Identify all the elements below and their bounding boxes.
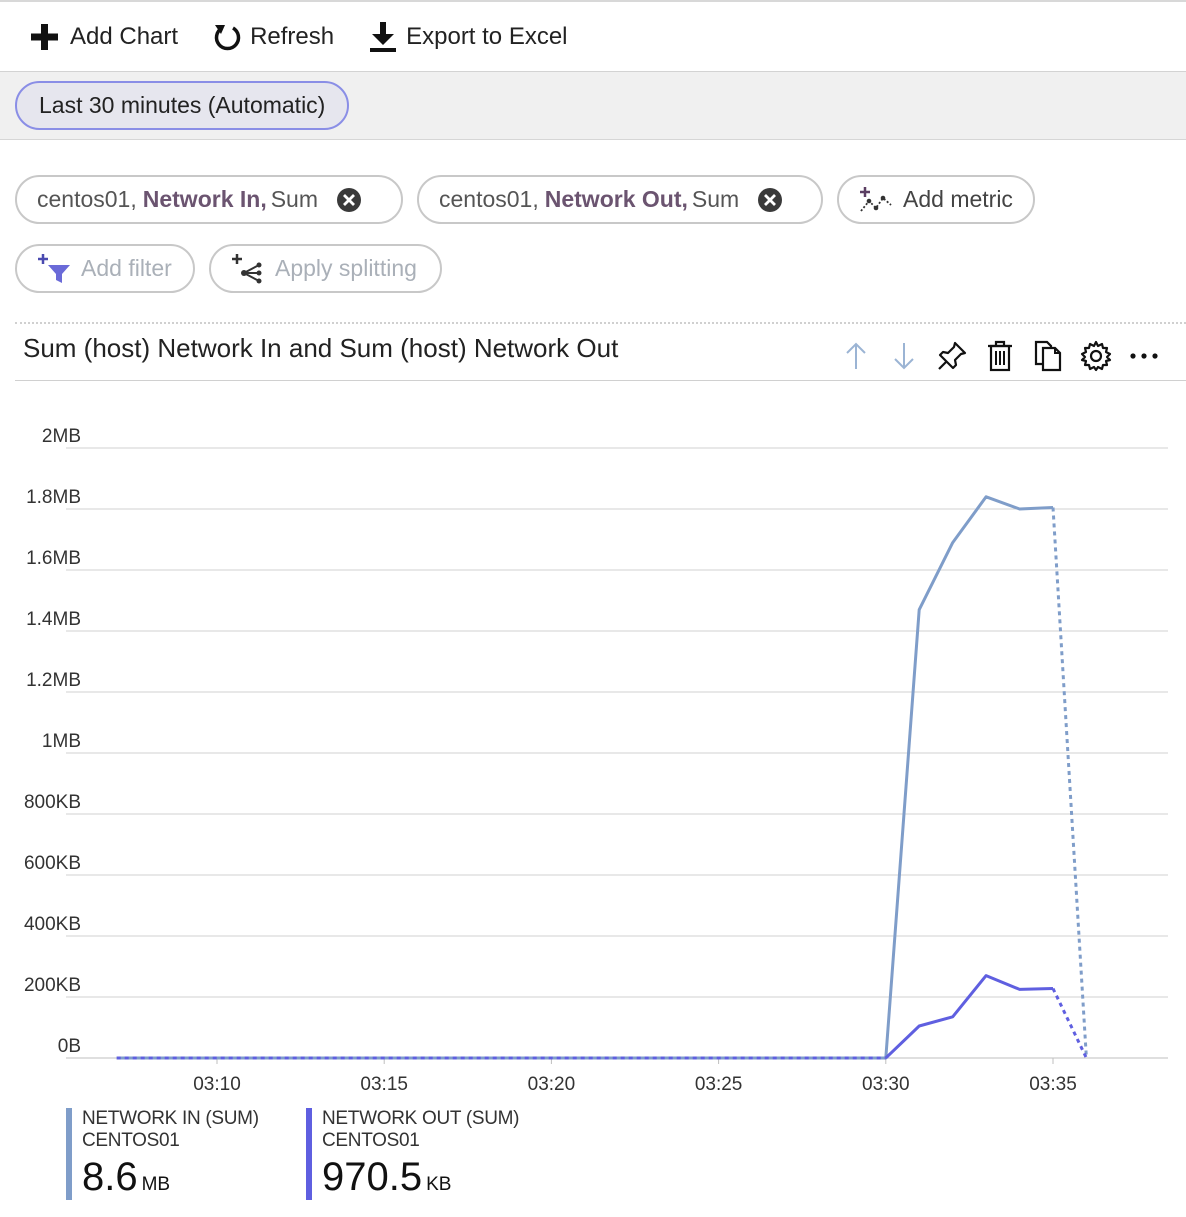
add-filter-label: Add filter <box>81 255 172 281</box>
add-chart-label: Add Chart <box>70 22 179 50</box>
legend-color-bar <box>306 1108 312 1200</box>
series-line-dashed <box>1051 987 1088 1059</box>
settings-button[interactable] <box>1072 338 1120 374</box>
y-axis: 0B 200KB 400KB 600KB 800KB 1MB 1.2MB 1.4MB 1.6MB… <box>24 426 81 1057</box>
x-tick-label: 03:25 <box>695 1074 743 1095</box>
add-chart-button[interactable]: Add Chart <box>28 22 178 52</box>
arrow-down-icon <box>894 343 914 370</box>
y-tick-label: 600KB <box>24 853 81 874</box>
move-down-button[interactable] <box>880 338 928 374</box>
metric-pill-network-in[interactable]: centos01, Network In, Sum <box>15 175 403 224</box>
metric-name: Network Out, <box>544 186 688 212</box>
pin-icon <box>938 341 967 370</box>
y-tick-label: 1.2MB <box>26 670 81 691</box>
add-metric-icon <box>860 186 892 212</box>
x-axis: 03:10 03:15 03:20 03:25 03:30 03:35 <box>193 1058 1077 1095</box>
y-tick-label: 400KB <box>24 914 81 935</box>
series-line <box>116 495 1054 1060</box>
x-tick-label: 03:15 <box>360 1074 408 1095</box>
y-tick-label: 200KB <box>24 975 81 996</box>
pin-button[interactable] <box>928 338 976 374</box>
move-up-button[interactable] <box>832 338 880 374</box>
gear-icon <box>1080 340 1112 372</box>
x-tick-label: 03:35 <box>1029 1074 1077 1095</box>
remove-metric-icon[interactable] <box>757 187 783 213</box>
refresh-button[interactable]: Refresh <box>212 22 334 52</box>
refresh-label: Refresh <box>250 22 335 50</box>
download-icon <box>370 21 397 52</box>
y-tick-label: 1.6MB <box>26 548 81 569</box>
legend-network-in[interactable]: NETWORK IN (SUM) CENTOS01 8.6 MB <box>66 1108 259 1200</box>
legend-resource: CENTOS01 <box>82 1130 180 1151</box>
legend-resource: CENTOS01 <box>322 1130 420 1151</box>
y-tick-label: 0B <box>58 1036 81 1057</box>
chart-title: Sum (host) Network In and Sum (host) Net… <box>23 333 619 363</box>
legend-series-name: NETWORK IN (SUM) <box>82 1108 259 1129</box>
clone-button[interactable] <box>1024 338 1072 374</box>
chart-header-divider <box>15 380 1186 381</box>
add-filter-button[interactable]: Add filter <box>15 244 195 293</box>
export-excel-button[interactable]: Export to Excel <box>368 21 568 53</box>
ellipsis-icon <box>1130 353 1158 359</box>
add-metric-button[interactable]: Add metric <box>837 175 1035 224</box>
legend-color-bar <box>66 1108 72 1200</box>
plus-icon <box>31 23 58 50</box>
series-line <box>884 974 1054 1060</box>
line-chart: 0B 200KB 400KB 600KB 800KB 1MB 1.2MB 1.4MB 1.6MB… <box>24 426 1168 1095</box>
y-tick-label: 1.4MB <box>26 609 81 630</box>
time-range-bar: Last 30 minutes (Automatic) <box>0 72 1186 140</box>
metric-pill-network-out[interactable]: centos01, Network Out, Sum <box>417 175 823 224</box>
refresh-icon <box>214 24 241 50</box>
copy-icon <box>1034 340 1062 372</box>
legend-series-name: NETWORK OUT (SUM) <box>322 1108 520 1129</box>
metric-resource: centos01, <box>37 186 137 212</box>
chart-toolbar <box>832 338 1168 374</box>
metric-agg: Sum <box>691 186 740 212</box>
metric-resource: centos01, <box>439 186 539 212</box>
legend-network-out[interactable]: NETWORK OUT (SUM) CENTOS01 970.5 KB <box>306 1108 520 1200</box>
more-options-button[interactable] <box>1120 338 1168 374</box>
x-tick-label: 03:10 <box>193 1074 241 1095</box>
apply-splitting-label: Apply splitting <box>275 255 417 281</box>
add-filter-icon <box>38 253 70 283</box>
metric-agg: Sum <box>270 186 319 212</box>
x-tick-label: 03:20 <box>528 1074 576 1095</box>
y-tick-label: 2MB <box>42 426 81 447</box>
legend-value: 970.5 <box>322 1155 423 1199</box>
apply-splitting-button[interactable]: Apply splitting <box>209 244 442 293</box>
add-metric-label: Add metric <box>903 186 1013 212</box>
remove-metric-icon[interactable] <box>336 187 362 213</box>
section-divider <box>15 322 1186 324</box>
y-tick-label: 1MB <box>42 731 81 752</box>
legend-unit: MB <box>141 1174 171 1195</box>
legend-value: 8.6 <box>82 1155 138 1199</box>
trash-icon <box>988 340 1012 372</box>
split-icon <box>232 253 262 283</box>
toolbar: Add Chart Refresh Export to Excel <box>0 2 1186 72</box>
time-range-picker[interactable]: Last 30 minutes (Automatic) <box>15 81 350 130</box>
series-line-dashed <box>1051 507 1088 1059</box>
metric-name: Network In, <box>142 186 267 212</box>
time-range-label: Last 30 minutes (Automatic) <box>39 92 326 118</box>
export-label: Export to Excel <box>406 22 568 50</box>
y-tick-label: 1.8MB <box>26 487 81 508</box>
delete-button[interactable] <box>976 338 1024 374</box>
x-tick-label: 03:30 <box>862 1074 910 1095</box>
arrow-up-icon <box>846 342 866 369</box>
chart-series <box>116 495 1088 1060</box>
y-tick-label: 800KB <box>24 792 81 813</box>
legend-unit: KB <box>426 1174 452 1195</box>
chart-grid <box>66 447 1168 1059</box>
